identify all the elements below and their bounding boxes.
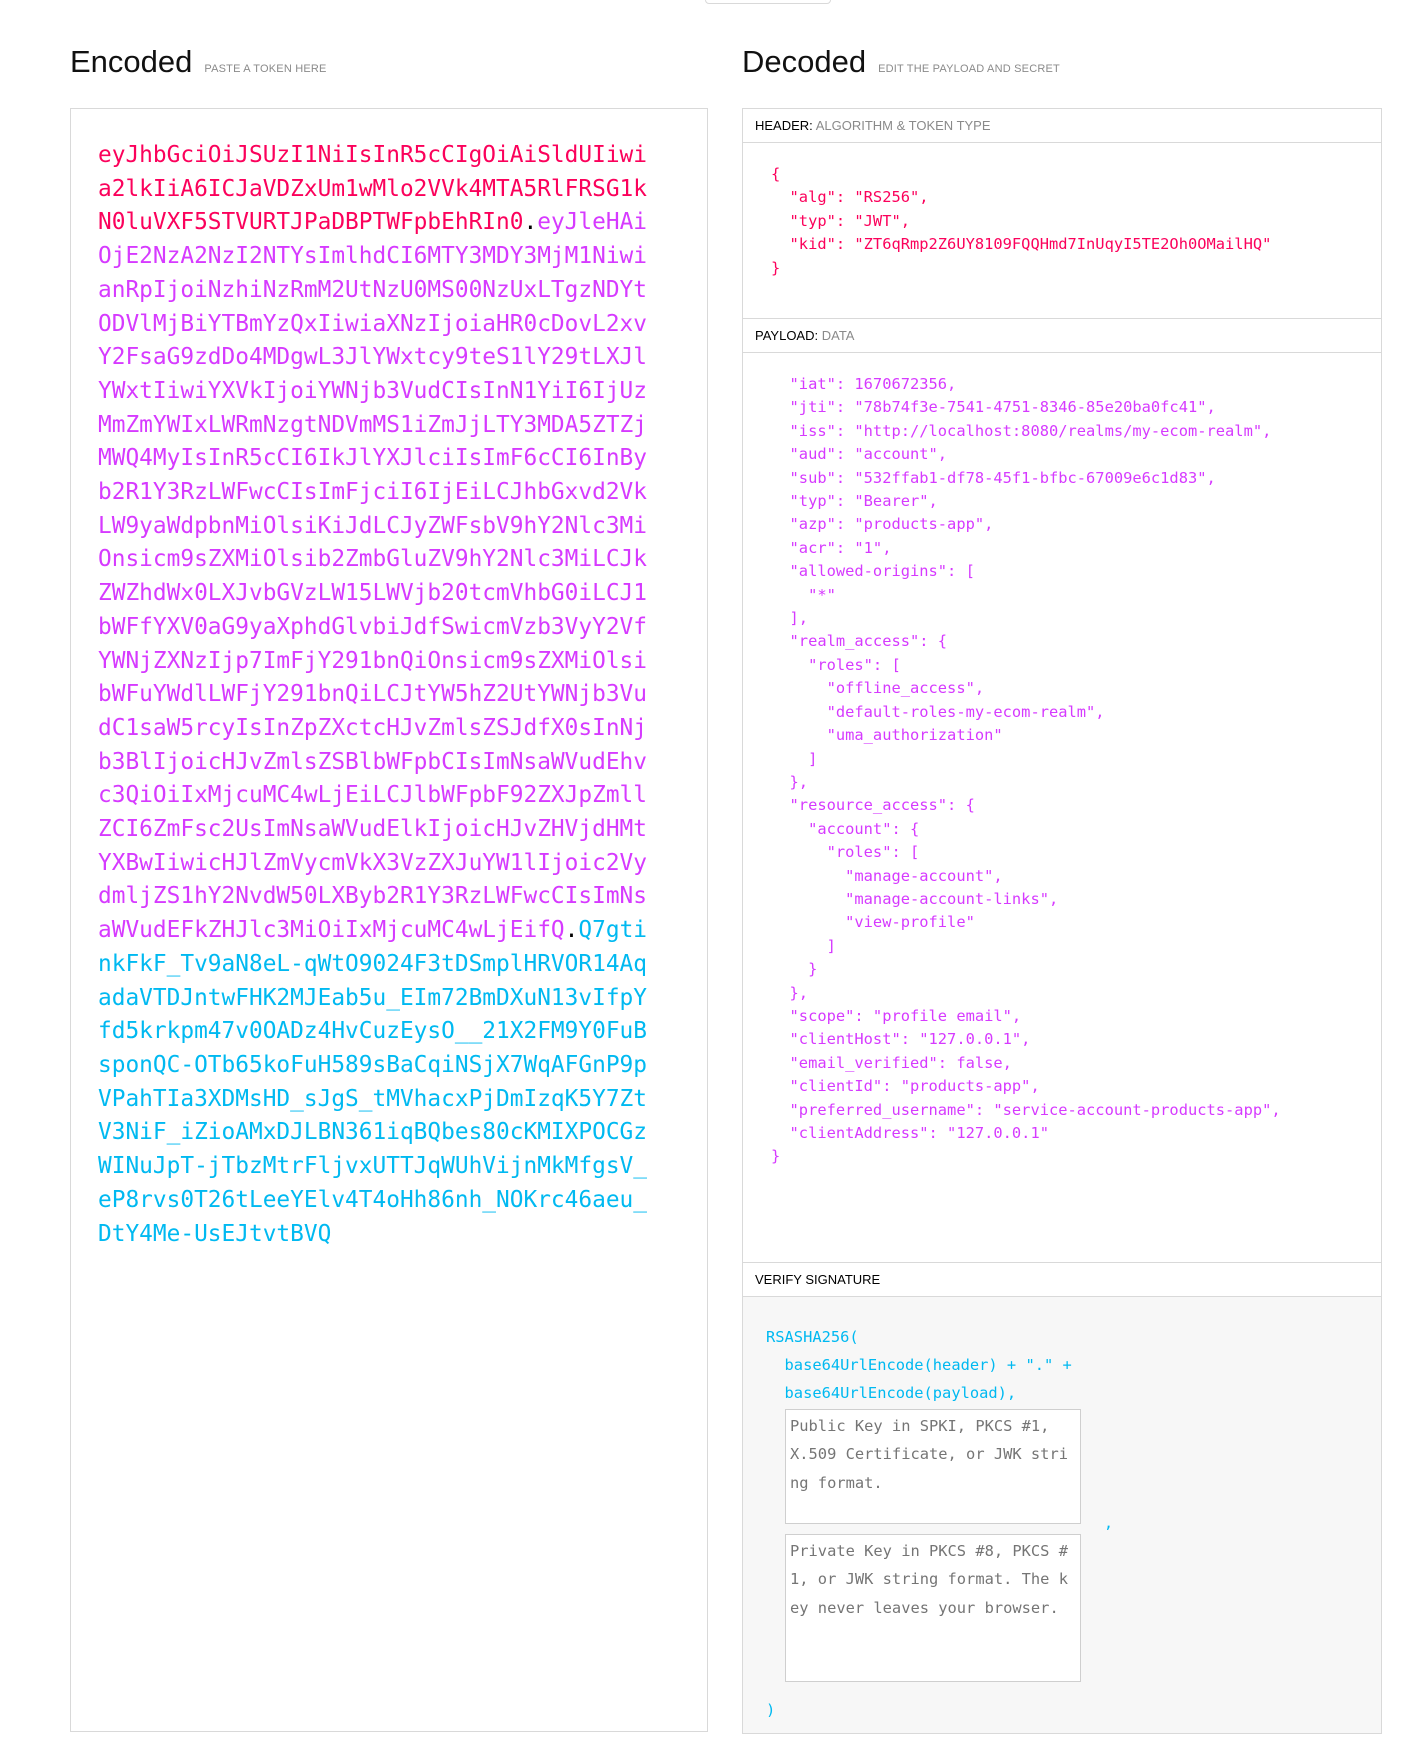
header-json-editor[interactable]: { "alg": "RS256", "typ": "JWT", "kid": "… [743,143,1381,280]
header-section-title: HEADER: ALGORITHM & TOKEN TYPE [743,109,1381,143]
private-key-wrapper [766,1534,1381,1682]
verify-algorithm-line: RSASHA256( [766,1328,859,1346]
decoded-heading: Decoded EDIT THE PAYLOAD AND SECRET [742,44,1060,80]
encoded-subtitle: PASTE A TOKEN HERE [204,63,327,75]
encoded-heading: Encoded PASTE A TOKEN HERE [70,44,327,80]
verify-payload-line: base64UrlEncode(payload), [766,1384,1017,1402]
payload-json-editor[interactable]: "iat": 1670672356, "jti": "78b74f3e-7541… [743,353,1381,1169]
encoded-title: Encoded [70,44,193,79]
verify-header-line: base64UrlEncode(header) + "." + [766,1356,1072,1374]
comma-separator: , [1104,1514,1114,1532]
payload-section: PAYLOAD: DATA "iat": 1670672356, "jti": … [743,319,1381,1263]
decoded-panel: HEADER: ALGORITHM & TOKEN TYPE { "alg": … [742,108,1382,1734]
verify-signature-title: VERIFY SIGNATURE [743,1263,1381,1297]
token-payload-part: eyJleHAiOjE2NzA2NzI2NTYsImlhdCI6MTY3MDY3… [98,209,648,944]
verify-signature-section: VERIFY SIGNATURE RSASHA256( base64UrlEnc… [743,1263,1381,1733]
decoded-title: Decoded [742,44,867,79]
token-dot: . [564,917,579,944]
verify-close-paren: ) [766,1701,776,1719]
decoded-subtitle: EDIT THE PAYLOAD AND SECRET [878,63,1060,75]
top-tab[interactable] [705,0,831,4]
private-key-input[interactable] [785,1534,1081,1682]
public-key-input[interactable] [785,1409,1081,1524]
payload-sublabel: DATA [821,328,855,343]
header-section: HEADER: ALGORITHM & TOKEN TYPE { "alg": … [743,109,1381,319]
payload-label: PAYLOAD: [755,328,819,343]
header-label: HEADER: [755,118,813,133]
token-dot: . [523,209,538,236]
verify-signature-body: RSASHA256( base64UrlEncode(header) + "."… [743,1297,1381,1724]
encoded-token-editor[interactable]: eyJhbGciOiJSUzI1NiIsInR5cCIgOiAiSldUIiwi… [70,108,708,1732]
public-key-wrapper: , [766,1409,1381,1532]
token-signature-part: Q7gtinkFkF_Tv9aN8eL-qWtO9024F3tDSmplHRVO… [98,917,648,1247]
payload-section-title: PAYLOAD: DATA [743,319,1381,353]
encoded-token[interactable]: eyJhbGciOiJSUzI1NiIsInR5cCIgOiAiSldUIiwi… [98,139,658,1251]
header-sublabel: ALGORITHM & TOKEN TYPE [815,118,991,133]
